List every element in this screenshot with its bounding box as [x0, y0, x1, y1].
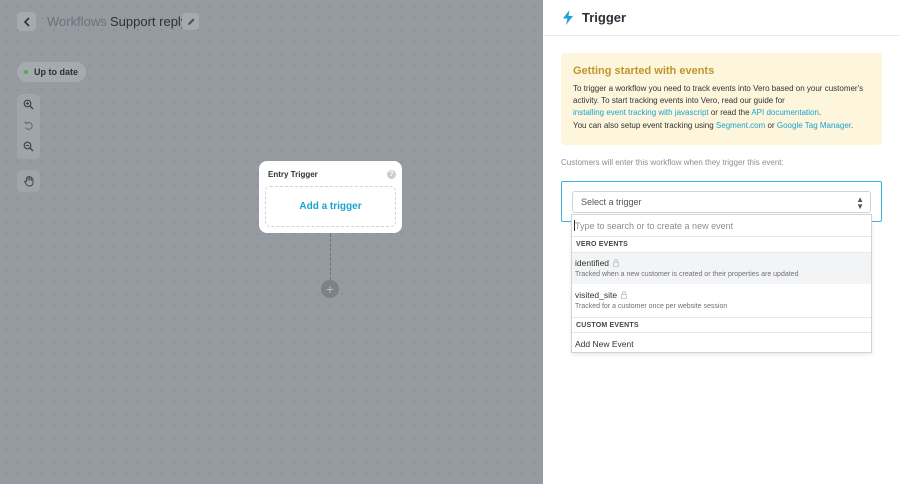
- panel-header: Trigger: [543, 0, 900, 36]
- trigger-prompt: Customers will enter this workflow when …: [561, 158, 784, 167]
- event-search-placeholder: Type to search or to create a new event: [575, 221, 734, 231]
- info-title: Getting started with events: [573, 65, 715, 77]
- trigger-dropdown: Type to search or to create a new event …: [571, 214, 872, 353]
- add-new-event-option[interactable]: Add New Event: [575, 339, 634, 349]
- option-name: identified: [575, 258, 619, 268]
- breadcrumb-separator: ›: [99, 15, 103, 27]
- pan-button[interactable]: [17, 170, 40, 191]
- zoom-out-icon: [23, 141, 34, 152]
- javascript-guide-link[interactable]: installing event tracking with javascrip…: [573, 108, 709, 117]
- status-badge: Up to date: [17, 62, 86, 82]
- api-documentation-link[interactable]: API documentation: [751, 108, 819, 117]
- trigger-select-label: Select a trigger: [581, 197, 642, 207]
- undo-button[interactable]: [17, 115, 40, 136]
- option-identified[interactable]: identified Tracked when a new customer i…: [572, 253, 871, 284]
- add-trigger-label: Add a trigger: [299, 201, 362, 212]
- info-text: To trigger a workflow you need to track …: [573, 83, 873, 120]
- info-text-part-2: or read the: [710, 108, 750, 118]
- zoom-in-icon: [23, 99, 34, 110]
- option-description: Tracked when a new customer is created o…: [575, 271, 799, 278]
- help-icon[interactable]: ?: [387, 170, 396, 179]
- workflow-title: Support reply: [110, 14, 188, 29]
- zoom-controls: [17, 94, 40, 159]
- back-button[interactable]: [17, 12, 36, 31]
- workflow-canvas[interactable]: Workflows › Support reply Up to date Ent…: [0, 0, 543, 484]
- status-label: Up to date: [34, 67, 78, 77]
- segment-link[interactable]: Segment.com: [716, 121, 765, 130]
- top-bar: Workflows › Support reply: [0, 0, 543, 44]
- add-trigger-button[interactable]: Add a trigger: [265, 186, 396, 227]
- trigger-select[interactable]: Select a trigger ▲ ▼: [572, 191, 871, 213]
- pan-control: [17, 170, 40, 192]
- getting-started-box: Getting started with events To trigger a…: [561, 53, 882, 145]
- zoom-in-button[interactable]: [17, 94, 40, 115]
- hand-icon: [23, 175, 33, 186]
- zoom-out-button[interactable]: [17, 136, 40, 157]
- info-line2-part-3: .: [851, 121, 854, 130]
- lock-icon: [613, 259, 619, 267]
- add-step-button[interactable]: +: [321, 280, 339, 298]
- edit-title-button[interactable]: [182, 13, 199, 30]
- up-down-caret-icon: ▲ ▼: [856, 195, 864, 211]
- trigger-panel: Trigger Getting started with events To t…: [543, 0, 900, 484]
- info-line-2: You can also setup event tracking using …: [573, 121, 853, 130]
- info-text-part-3: .: [818, 108, 822, 118]
- group-custom-events: CUSTOM EVENTS: [572, 317, 871, 333]
- lock-icon: [621, 291, 627, 299]
- option-visited-site[interactable]: visited_site Tracked for a customer once…: [572, 285, 871, 317]
- option-description: Tracked for a customer once per website …: [575, 303, 728, 310]
- info-line2-part-2: or: [767, 121, 775, 130]
- event-search-input[interactable]: Type to search or to create a new event: [572, 215, 871, 237]
- panel-title: Trigger: [582, 10, 627, 25]
- chevron-left-icon: [23, 16, 30, 27]
- google-tag-manager-link[interactable]: Google Tag Manager: [777, 121, 851, 130]
- breadcrumb-workflows-link[interactable]: Workflows: [47, 14, 107, 29]
- lightning-bolt-icon: [563, 10, 573, 25]
- node-connector: [330, 234, 331, 280]
- info-text-part-1: To trigger a workflow you need to track …: [573, 84, 864, 106]
- node-title: Entry Trigger: [268, 170, 318, 179]
- pencil-icon: [187, 18, 194, 25]
- info-line2-part-1: You can also setup event tracking using: [573, 121, 714, 130]
- option-name: visited_site: [575, 290, 627, 300]
- group-vero-events: VERO EVENTS: [572, 237, 871, 253]
- entry-trigger-node[interactable]: Entry Trigger ? Add a trigger: [259, 161, 402, 233]
- status-dot: [24, 70, 28, 74]
- undo-icon: [24, 121, 33, 130]
